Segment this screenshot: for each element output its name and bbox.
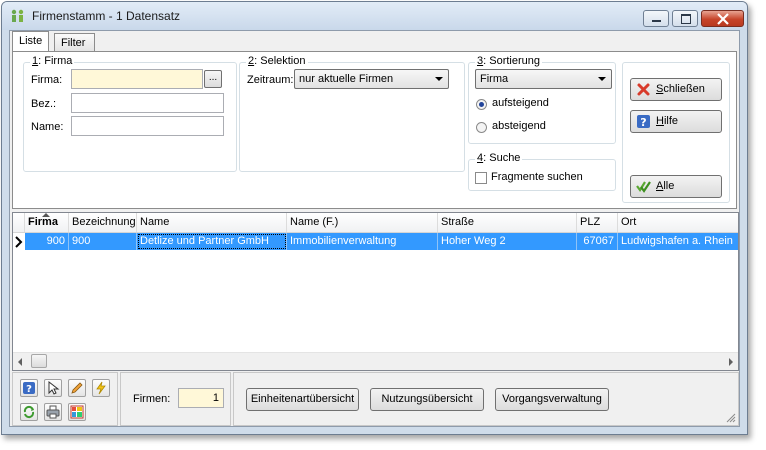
sortierung-group-title: 3: Sortierung: [475, 55, 542, 67]
column-header-bezeichnung[interactable]: Bezeichnung: [69, 213, 137, 232]
printer-icon: [46, 405, 60, 419]
pencil-icon: [71, 382, 83, 394]
asc-label[interactable]: aufsteigend: [492, 97, 549, 109]
column-header-name[interactable]: Name: [137, 213, 287, 232]
all-button[interactable]: Alle: [630, 175, 722, 198]
scrollbar-thumb[interactable]: [31, 354, 47, 368]
close-form-button[interactable]: Schließen: [630, 78, 722, 101]
firmen-count-label: Firmen:: [133, 393, 171, 405]
tab-filter[interactable]: Filter: [54, 33, 95, 52]
client-area: Liste Filter 1: Firma Firma: ... Bez.: N…: [9, 30, 740, 427]
fragment-label[interactable]: Fragmente suchen: [491, 171, 583, 183]
chevron-down-icon: [435, 77, 443, 81]
minimize-icon: [652, 20, 661, 22]
table-icon: [70, 405, 84, 419]
help-button[interactable]: ? Hilfe: [630, 110, 722, 133]
toolbar-panel: ?: [12, 372, 118, 426]
asc-radio[interactable]: [476, 99, 487, 110]
action-tool-button[interactable]: [92, 379, 110, 397]
firmenstamm-window: Firmenstamm - 1 Datensatz Liste Filter 1…: [1, 1, 748, 435]
app-people-icon: [11, 9, 24, 22]
scroll-left-icon[interactable]: [18, 358, 22, 366]
print-tool-button[interactable]: [44, 403, 62, 421]
zeitraum-label: Zeitraum:: [247, 74, 294, 86]
horizontal-scrollbar[interactable]: [13, 352, 738, 370]
column-header-strasse[interactable]: Straße: [438, 213, 577, 232]
refresh-tool-button[interactable]: [20, 403, 38, 421]
suche-group: 4: Suche Fragmente suchen: [468, 152, 616, 191]
resize-grip-icon[interactable]: [724, 411, 736, 423]
edit-tool-button[interactable]: [68, 379, 86, 397]
desc-radio[interactable]: [476, 122, 487, 133]
column-header-name-f[interactable]: Name (F.): [287, 213, 438, 232]
table-row[interactable]: 900 900 Detlize und Partner GmbH Immobil…: [13, 233, 738, 250]
cursor-icon: [48, 381, 60, 395]
svg-text:?: ?: [26, 384, 32, 395]
minimize-button[interactable]: [643, 10, 669, 27]
suche-group-title: 4: Suche: [475, 152, 523, 164]
firma-group: 1: Firma Firma: ... Bez.: Name:: [23, 55, 237, 172]
sort-select[interactable]: Firma: [475, 69, 612, 89]
cell-name[interactable]: Detlize und Partner GmbH: [137, 233, 287, 250]
cursor-tool-button[interactable]: [44, 379, 62, 397]
firmen-grid: Firma Bezeichnung Name Name (F.) Straße …: [12, 212, 739, 371]
name-input[interactable]: [71, 116, 224, 136]
firma-label: Firma:: [31, 74, 63, 86]
name-label: Name:: [31, 121, 64, 133]
tab-liste[interactable]: Liste: [12, 31, 50, 52]
row-indicator-header: [13, 213, 25, 232]
cell-firma[interactable]: 900: [25, 233, 69, 250]
question-icon: ?: [23, 382, 35, 395]
scroll-right-icon[interactable]: [729, 358, 733, 366]
window-title: Firmenstamm - 1 Datensatz: [32, 9, 181, 23]
firma-group-title: 1: Firma: [30, 55, 75, 67]
table-tool-button[interactable]: [68, 403, 86, 421]
cell-bezeichnung[interactable]: 900: [69, 233, 137, 250]
count-panel: Firmen: 1: [120, 372, 231, 426]
zeitraum-select[interactable]: nur aktuelle Firmen: [294, 69, 449, 89]
bez-input[interactable]: [71, 93, 224, 113]
liste-tab-page: 1: Firma Firma: ... Bez.: Name: 2: Selek…: [12, 51, 737, 209]
firmen-count-value: 1: [178, 388, 224, 408]
footer-bar: ? Firmen: 1 Einheitenartübersicht Nutzun…: [10, 372, 739, 426]
column-header-ort[interactable]: Ort: [618, 213, 738, 232]
lightning-icon: [96, 381, 106, 395]
sortierung-group: 3: Sortierung Firma aufsteigend absteige…: [468, 55, 616, 144]
sort-value: Firma: [480, 73, 509, 85]
navigation-panel: Einheitenartübersicht Nutzungsübersicht …: [233, 372, 739, 426]
nutzungsuebersicht-button[interactable]: Nutzungsübersicht: [370, 388, 484, 411]
action-buttons-panel: Schließen ? Hilfe Alle: [622, 62, 730, 203]
double-check-icon: [636, 181, 651, 193]
vorgangsverwaltung-button[interactable]: Vorgangsverwaltung: [495, 388, 609, 411]
question-icon: ?: [637, 115, 650, 129]
svg-text:?: ?: [640, 116, 646, 129]
close-button[interactable]: [701, 10, 744, 27]
firma-browse-button[interactable]: ...: [204, 70, 222, 88]
cell-name-f[interactable]: Immobilienverwaltung: [287, 233, 438, 250]
fragment-checkbox[interactable]: [475, 172, 487, 184]
cell-strasse[interactable]: Hoher Weg 2: [438, 233, 577, 250]
grid-header: Firma Bezeichnung Name Name (F.) Straße …: [13, 213, 738, 233]
x-icon: [637, 83, 650, 96]
selektion-group: 2: Selektion Zeitraum: nur aktuelle Firm…: [239, 55, 465, 172]
refresh-icon: [23, 405, 35, 419]
chevron-down-icon: [598, 77, 606, 81]
current-row-arrow-icon: [15, 236, 23, 248]
einheitenartuebersicht-button[interactable]: Einheitenartübersicht: [246, 388, 359, 411]
sort-ascending-icon: [42, 213, 50, 217]
cell-plz[interactable]: 67067: [577, 233, 618, 250]
help-tool-button[interactable]: ?: [20, 379, 38, 397]
column-header-plz[interactable]: PLZ: [577, 213, 618, 232]
cell-ort[interactable]: Ludwigshafen a. Rhein: [618, 233, 738, 250]
close-icon: [717, 13, 729, 25]
maximize-icon: [681, 14, 691, 24]
zeitraum-value: nur aktuelle Firmen: [299, 73, 394, 85]
title-bar[interactable]: Firmenstamm - 1 Datensatz: [2, 2, 747, 30]
selektion-group-title: 2: Selektion: [246, 55, 308, 67]
bez-label: Bez.:: [31, 98, 57, 110]
firma-input[interactable]: [71, 69, 203, 89]
maximize-button[interactable]: [672, 10, 698, 27]
desc-label[interactable]: absteigend: [492, 120, 546, 132]
